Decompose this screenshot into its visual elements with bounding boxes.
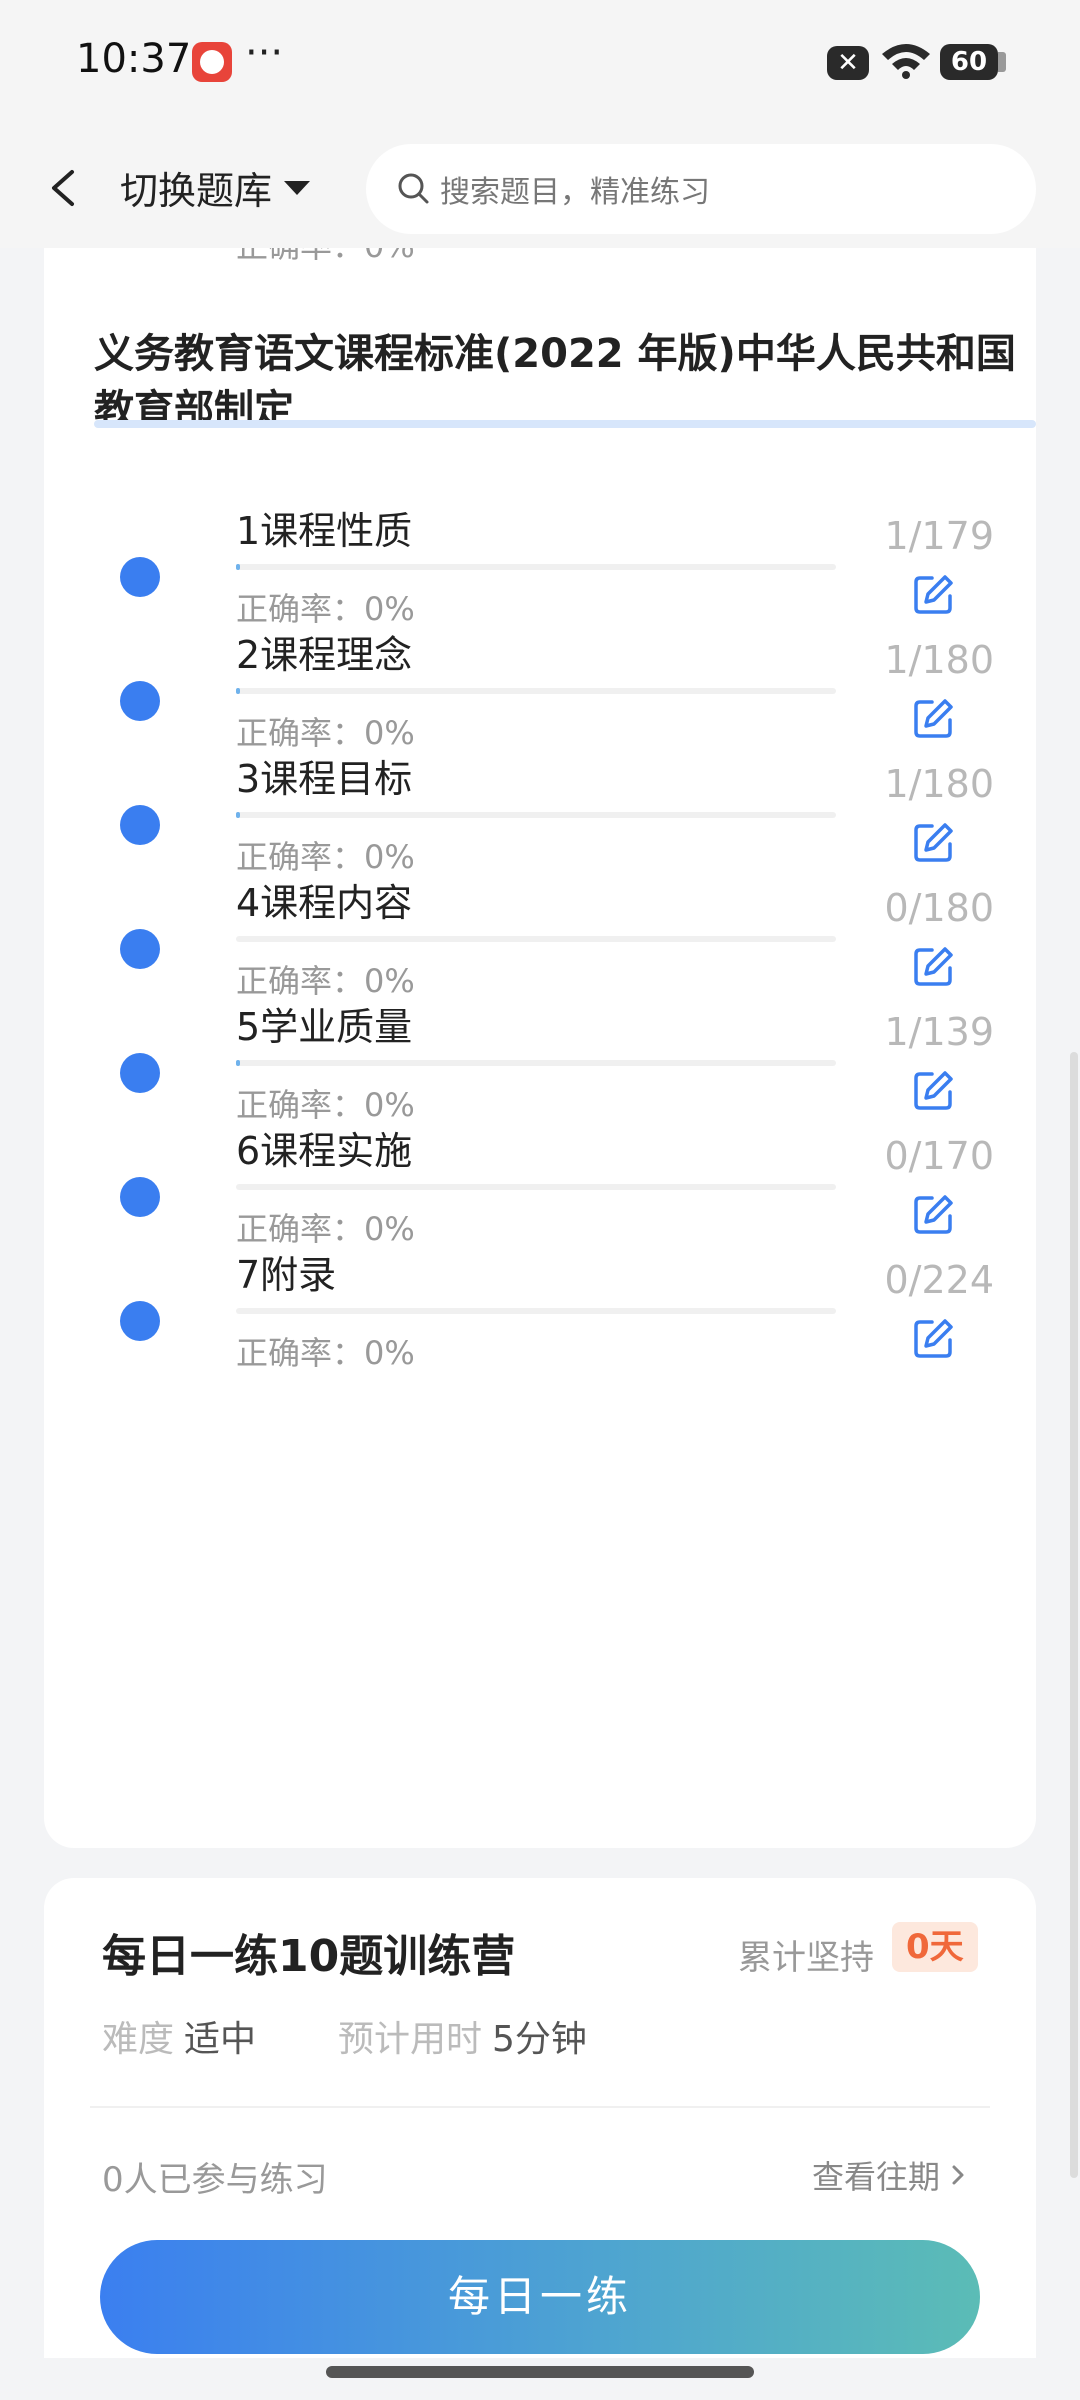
chapter-list-card: 正确率：0% 义务教育语文课程标准(2022 年版)中华人民共和国教育部制定 1… [44, 248, 1036, 1848]
previous-accuracy-text: 正确率：0% [236, 248, 415, 264]
scrollbar[interactable] [1070, 1052, 1078, 2178]
switch-question-bank-button[interactable]: 切换题库 [120, 160, 311, 215]
difficulty-value: 适中 [184, 2019, 257, 2060]
view-history-label: 查看往期 [812, 2158, 941, 2196]
chapter-question-count: 0/170 [884, 1134, 994, 1178]
search-input[interactable]: 搜索题目，精准练习 [366, 144, 1036, 234]
chapter-progress-bar [236, 1308, 836, 1314]
chapter-progress-bar [236, 812, 836, 818]
chapter-dot-icon [120, 929, 160, 969]
search-placeholder: 搜索题目，精准练习 [440, 175, 710, 210]
difficulty-meta: 难度 适中 [102, 2010, 256, 2062]
chapter-progress-fill [236, 812, 240, 818]
section-title-underline [94, 420, 1036, 428]
battery-icon: 60 [940, 44, 1006, 80]
chapter-progress-fill [236, 688, 240, 694]
switch-bank-label: 切换题库 [120, 169, 273, 213]
chapter-progress-fill [236, 1060, 240, 1066]
edit-practice-icon[interactable] [912, 696, 956, 740]
back-arrow-icon[interactable] [46, 158, 80, 218]
participants-count: 0人已参与练习 [102, 2160, 328, 2200]
chapter-title: 6课程实施 [236, 1129, 413, 1173]
chapter-accuracy: 正确率：0% [236, 1334, 415, 1372]
chapter-dot-icon [120, 557, 160, 597]
status-bar: 10:37 ··· ✕ 60 [0, 0, 1080, 130]
chapter-question-count: 1/179 [884, 514, 994, 558]
chapter-title: 5学业质量 [236, 1005, 413, 1049]
edit-practice-icon[interactable] [912, 944, 956, 988]
streak-label: 累计坚持 [738, 1938, 874, 1978]
chapter-dot-icon [120, 1301, 160, 1341]
app-notification-icon [192, 42, 232, 82]
estimated-time-meta: 预计用时 5分钟 [338, 2010, 587, 2062]
chapter-question-count: 0/180 [884, 886, 994, 930]
chapter-question-count: 0/224 [884, 1258, 994, 1302]
chapter-title: 2课程理念 [236, 633, 413, 677]
chapter-title: 3课程目标 [236, 757, 413, 801]
daily-practice-card: 每日一练10题训练营 累计坚持 0天 难度 适中 预计用时 5分钟 0人已参与练习 … [44, 1878, 1036, 2358]
edit-practice-icon[interactable] [912, 1316, 956, 1360]
chapter-dot-icon [120, 805, 160, 845]
search-icon [398, 173, 429, 204]
chapter-question-count: 1/180 [884, 762, 994, 806]
view-history-link[interactable]: 查看往期 [812, 2152, 968, 2198]
edit-practice-icon[interactable] [912, 820, 956, 864]
divider [90, 2106, 990, 2108]
chapter-progress-bar [236, 1184, 836, 1190]
chapter-title: 7附录 [236, 1253, 337, 1297]
edit-practice-icon[interactable] [912, 1068, 956, 1112]
edit-practice-icon[interactable] [912, 1192, 956, 1236]
chapter-progress-bar [236, 936, 836, 942]
home-indicator[interactable] [326, 2366, 754, 2378]
close-badge-icon: ✕ [827, 46, 869, 80]
caret-down-icon [284, 180, 311, 195]
chapter-row[interactable]: 7附录正确率：0% 0/224 [44, 1234, 1036, 1424]
chapter-progress-bar [236, 1060, 836, 1066]
streak-badge: 0天 [892, 1922, 978, 1972]
chapter-dot-icon [120, 1053, 160, 1093]
estimated-time-label: 预计用时 [338, 2019, 483, 2060]
wifi-icon [882, 44, 930, 79]
more-notifications-icon: ··· [245, 30, 284, 76]
chapter-dot-icon [120, 1177, 160, 1217]
chapter-progress-fill [236, 564, 240, 570]
chapter-title: 4课程内容 [236, 881, 413, 925]
edit-practice-icon[interactable] [912, 572, 956, 616]
chevron-right-icon [952, 2165, 964, 2185]
chapter-title: 1课程性质 [236, 509, 413, 553]
daily-practice-button[interactable]: 每日一练 [100, 2240, 980, 2354]
chapter-progress-bar [236, 688, 836, 694]
status-time: 10:37 [76, 36, 192, 82]
estimated-time-value: 5分钟 [492, 2019, 587, 2060]
chapter-progress-bar [236, 564, 836, 570]
chapter-dot-icon [120, 681, 160, 721]
chapter-question-count: 1/180 [884, 638, 994, 682]
difficulty-label: 难度 [102, 2019, 175, 2060]
top-header: 切换题库 搜索题目，精准练习 [0, 130, 1080, 248]
chapter-question-count: 1/139 [884, 1010, 994, 1054]
camp-title: 每日一练10题训练营 [102, 1931, 516, 1982]
